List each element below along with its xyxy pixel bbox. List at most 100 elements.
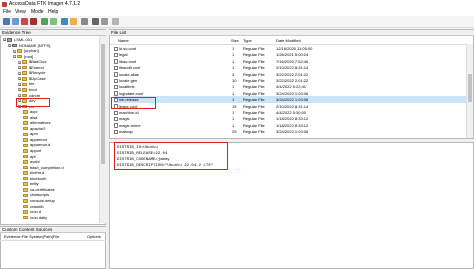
tree-expander-icon[interactable]: + [3, 38, 6, 42]
tree-node[interactable]: chatscripts [23, 192, 49, 197]
menu-bar [0, 9, 474, 16]
tree-node[interactable]: + bin [18, 81, 34, 86]
tree-node[interactable]: ca-certificates [23, 187, 55, 192]
drive-icon [12, 43, 17, 48]
tree-expander-icon[interactable]: + [13, 49, 16, 53]
tree-node[interactable]: + $UpCase [18, 76, 46, 81]
tree-node[interactable]: + NONAME [NTFS] [8, 43, 50, 48]
tree-node[interactable]: apport [23, 148, 41, 153]
folder-icon [23, 143, 28, 148]
folder-icon [23, 199, 28, 203]
tree-node[interactable]: apparmor [23, 137, 47, 142]
remove-all-evidence-icon[interactable] [30, 18, 37, 25]
menu-view[interactable]: View [15, 10, 26, 15]
tree-node[interactable]: alternatives [23, 120, 50, 125]
tree-node[interactable]: + [root] [13, 54, 33, 59]
tree-node[interactable]: apache2 [23, 126, 45, 131]
tree-expander-icon[interactable]: + [8, 43, 11, 47]
tree-node-label: alternatives [30, 120, 51, 126]
tree-node[interactable]: + cdrom [18, 93, 40, 98]
tree-expander-icon[interactable]: + [18, 60, 21, 64]
tree-node-label: console-setup [30, 197, 55, 203]
column-header-date-modified[interactable]: Date Modified [276, 38, 301, 44]
tree-node[interactable]: acpi [23, 109, 37, 114]
tree-node[interactable]: avahi [23, 159, 40, 164]
tree-expander-icon[interactable]: + [18, 77, 21, 81]
etc-folder-highlight [16, 98, 50, 107]
folder-icon [23, 138, 28, 142]
add-evidence-icon[interactable] [3, 18, 10, 25]
column-header-options[interactable]: Options [87, 234, 101, 240]
tree-node[interactable]: apt [23, 154, 36, 159]
column-header-evidence-path[interactable]: Evidence:File System|Path|File [4, 234, 59, 240]
tree-node[interactable]: + [orphan] [13, 48, 39, 53]
file-icon [114, 84, 118, 90]
tree-node-label: $UpCase [29, 75, 46, 81]
tree-node[interactable]: bash_completion.d [23, 165, 64, 170]
tree-node[interactable]: + $Extend [18, 65, 44, 70]
tree-node-label: $BadClus [29, 59, 47, 65]
tree-node-label: chatscripts [30, 192, 50, 198]
tree-expander-icon[interactable]: + [13, 55, 16, 59]
help-icon[interactable] [112, 18, 119, 25]
remove-evidence-icon[interactable] [21, 18, 28, 25]
export-disk-image-icon[interactable] [50, 18, 57, 25]
tree-node-label: boot [29, 86, 37, 92]
tree-scrollbar[interactable] [99, 36, 106, 223]
folder-icon [23, 188, 28, 192]
tree-node[interactable]: bluetooth [23, 176, 46, 181]
obtain-protected-files-icon[interactable] [70, 18, 77, 25]
tree-expander-icon[interactable]: + [18, 71, 21, 75]
folder-icon [23, 160, 28, 164]
folder-icon [23, 176, 28, 181]
folder-icon [22, 77, 27, 81]
tree-node[interactable]: brltty [23, 181, 39, 186]
tree-expander-icon[interactable]: + [18, 93, 21, 97]
tree-node[interactable]: cron.daily [23, 215, 47, 220]
column-header-size[interactable]: Size [231, 38, 239, 44]
tree-node[interactable]: cracklib [23, 204, 44, 209]
tree-node[interactable]: binfmt.d [23, 170, 44, 175]
tree-expander-icon[interactable]: + [18, 88, 21, 92]
folder-icon [22, 88, 27, 92]
file-icon [114, 129, 118, 135]
export-files-icon[interactable] [92, 18, 99, 25]
folder-icon [23, 182, 28, 186]
tree-node[interactable]: + LSML.001 [3, 37, 32, 42]
create-image-icon[interactable] [41, 18, 48, 25]
folder-icon [23, 121, 28, 125]
image-mounting-icon[interactable] [81, 18, 88, 25]
file-list-scrollbar-thumb[interactable] [468, 74, 472, 102]
tree-node[interactable]: cron.d [23, 209, 41, 214]
add-all-evidence-icon[interactable] [12, 18, 19, 25]
folder-icon [23, 215, 28, 220]
tree-node-label: ca-certificates [30, 186, 55, 192]
tree-node-label: LSML.001 [14, 37, 33, 42]
tree-node-label: [orphan] [24, 48, 39, 54]
tree-node-label: NONAME [NTFS] [19, 42, 51, 48]
capture-memory-icon[interactable] [61, 18, 68, 25]
tree-node[interactable]: + $BadClus [18, 59, 46, 64]
tree-node-label: $Extend [29, 64, 44, 70]
column-header-type[interactable]: Type [243, 38, 252, 44]
tree-node[interactable]: alsa [23, 115, 37, 120]
tree-expander-icon[interactable]: + [18, 66, 21, 70]
column-header-name[interactable]: Name [118, 38, 129, 44]
tree-node[interactable]: + boot [18, 87, 37, 92]
menu-help[interactable]: Help [48, 10, 58, 15]
file-list-scrollbar[interactable] [466, 44, 473, 138]
menu-mode[interactable]: Mode [31, 10, 44, 15]
file-list-row[interactable]: mailcap 25 Regular File 3/24/2022 1:03:06 [114, 128, 466, 135]
folder-icon [23, 210, 28, 214]
tree-node[interactable]: + $Recycle [18, 70, 45, 75]
tree-node-label: apt [30, 153, 36, 159]
tree-node[interactable]: apm [23, 131, 38, 136]
tree-node[interactable]: console-setup [23, 198, 55, 203]
tree-scrollbar-thumb[interactable] [101, 44, 105, 164]
export-hash-list-icon[interactable] [101, 18, 108, 25]
tree-node-label: [root] [24, 53, 34, 59]
tree-expander-icon[interactable]: + [18, 82, 21, 86]
menu-file[interactable]: File [3, 10, 11, 15]
tree-node[interactable]: apparmor.d [23, 142, 50, 147]
tree-node-label: apparmor [30, 136, 48, 142]
